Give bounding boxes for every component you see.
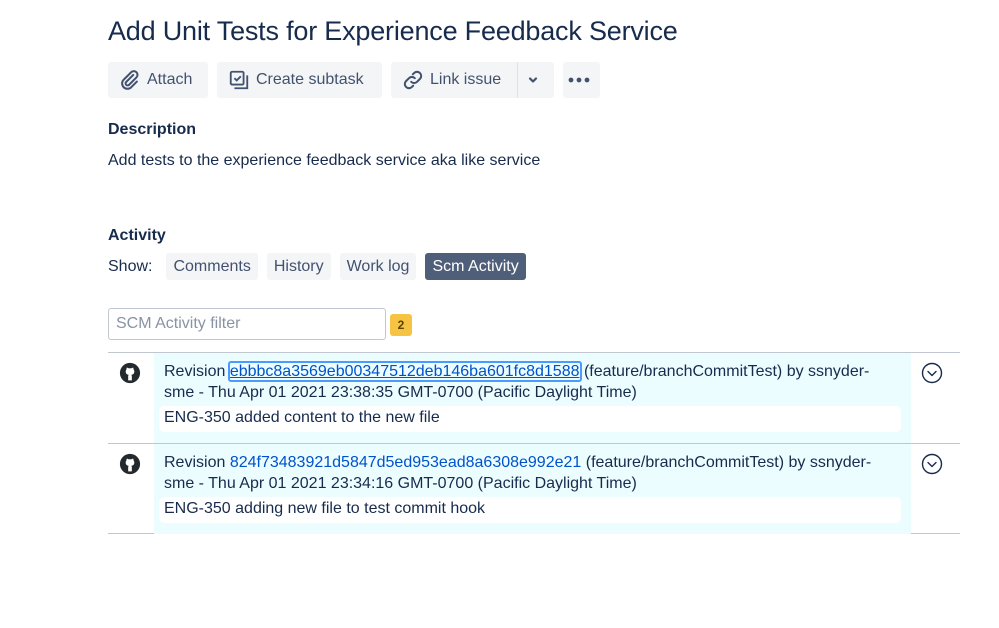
- description-text[interactable]: Add tests to the experience feedback ser…: [108, 152, 540, 170]
- list-item: Revision ebbbc8a3569eb00347512deb146ba60…: [108, 352, 960, 443]
- expand-chevron-circle-icon[interactable]: [921, 453, 943, 475]
- paperclip-icon: [121, 70, 139, 90]
- issue-toolbar: Attach Create subtask Link issue: [108, 62, 600, 98]
- link-issue-dropdown-button[interactable]: [517, 62, 554, 98]
- commit-message: ENG-350 added content to the new file: [159, 406, 901, 432]
- link-issue-button[interactable]: Link issue: [391, 62, 517, 98]
- chevron-down-icon: [528, 77, 538, 83]
- issue-title: Add Unit Tests for Experience Feedback S…: [108, 16, 678, 46]
- scm-activity-filter-input[interactable]: [108, 308, 386, 340]
- show-label: Show:: [108, 257, 153, 275]
- github-icon: [119, 453, 141, 475]
- tab-work-log[interactable]: Work log: [339, 253, 417, 280]
- tab-comments[interactable]: Comments: [166, 253, 258, 280]
- activity-tabs: Show: Comments History Work log Scm Acti…: [108, 253, 535, 280]
- tab-history[interactable]: History: [266, 253, 331, 280]
- revision-prefix: Revision: [164, 454, 226, 471]
- attach-button[interactable]: Attach: [108, 62, 208, 98]
- create-subtask-label: Create subtask: [256, 71, 364, 88]
- link-issue-label: Link issue: [430, 71, 502, 88]
- github-icon: [119, 362, 141, 384]
- commit-message: ENG-350 adding new file to test commit h…: [159, 497, 901, 523]
- revision-link[interactable]: 824f73483921d5847d5ed953ead8a6308e992e21: [230, 454, 581, 471]
- revision-prefix: Revision: [164, 363, 226, 380]
- revision-link[interactable]: ebbbc8a3569eb00347512deb146ba601fc8d1588: [227, 361, 582, 382]
- more-actions-button[interactable]: [563, 62, 600, 98]
- subtask-icon: [229, 70, 249, 90]
- create-subtask-button[interactable]: Create subtask: [217, 62, 382, 98]
- list-item: Revision 824f73483921d5847d5ed953ead8a63…: [108, 443, 960, 534]
- activity-heading: Activity: [108, 227, 166, 244]
- revision-panel: Revision 824f73483921d5847d5ed953ead8a63…: [154, 444, 911, 534]
- scm-count-badge: 2: [390, 314, 412, 336]
- revision-meta: Revision 824f73483921d5847d5ed953ead8a63…: [164, 452, 899, 494]
- revision-panel: Revision ebbbc8a3569eb00347512deb146ba60…: [154, 353, 911, 443]
- scm-activity-list: Revision ebbbc8a3569eb00347512deb146ba60…: [108, 352, 960, 534]
- attach-label: Attach: [147, 71, 193, 88]
- more-icon: [568, 77, 589, 83]
- tab-scm-activity[interactable]: Scm Activity: [425, 253, 526, 280]
- description-heading: Description: [108, 121, 197, 138]
- expand-chevron-circle-icon[interactable]: [921, 362, 943, 384]
- link-icon: [403, 70, 423, 90]
- revision-meta: Revision ebbbc8a3569eb00347512deb146ba60…: [164, 361, 899, 403]
